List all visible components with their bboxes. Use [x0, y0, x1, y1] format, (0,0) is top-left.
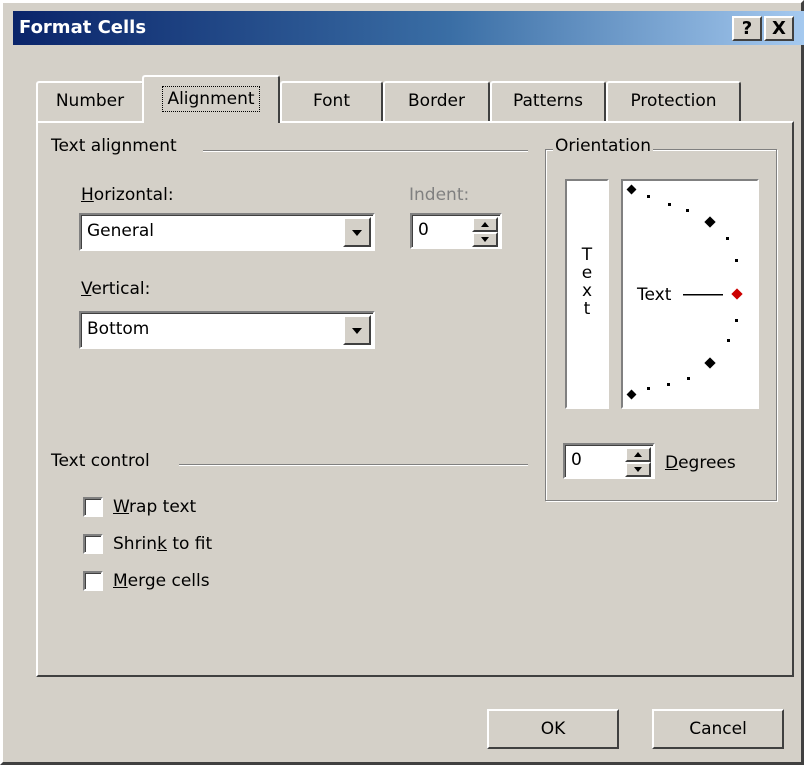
title-bar[interactable]: Format Cells ? X: [13, 11, 804, 45]
degrees-value: 0: [571, 450, 582, 470]
vertical-text-box[interactable]: T e x t: [565, 179, 609, 409]
text-control-heading: Text control: [47, 451, 154, 471]
help-button[interactable]: ?: [732, 16, 762, 41]
vertical-select[interactable]: Bottom: [79, 311, 375, 349]
wrap-text-checkbox[interactable]: [83, 497, 103, 517]
text-alignment-divider: [203, 150, 528, 152]
ok-button[interactable]: OK: [487, 709, 619, 749]
shrink-to-fit-checkbox[interactable]: [83, 534, 103, 554]
wrap-text-label[interactable]: Wrap text: [113, 497, 196, 517]
vertical-label: Vertical:: [81, 279, 151, 299]
degrees-spinner[interactable]: 0: [563, 443, 655, 479]
window-title: Format Cells: [19, 17, 147, 38]
tab-number[interactable]: Number: [36, 81, 144, 121]
text-alignment-heading: Text alignment: [47, 136, 181, 156]
orientation-dial[interactable]: Text: [621, 179, 759, 409]
tab-font[interactable]: Font: [280, 81, 383, 121]
horizontal-value: General: [87, 221, 154, 241]
orientation-heading: Orientation: [553, 136, 653, 156]
horizontal-dropdown-arrow-icon[interactable]: [343, 217, 371, 247]
tab-alignment-label: Alignment: [162, 86, 260, 112]
tab-border[interactable]: Border: [383, 81, 490, 121]
cancel-button[interactable]: Cancel: [652, 709, 784, 749]
indent-label: Indent:: [409, 185, 470, 205]
indent-down-arrow-icon[interactable]: [472, 232, 498, 247]
orientation-pointer-icon[interactable]: [731, 288, 743, 300]
shrink-to-fit-label[interactable]: Shrink to fit: [113, 534, 212, 554]
degrees-down-arrow-icon[interactable]: [625, 462, 651, 477]
merge-cells-label[interactable]: Merge cells: [113, 571, 210, 591]
dial-text: Text: [637, 285, 672, 305]
indent-up-arrow-icon[interactable]: [472, 217, 498, 232]
degrees-label: Degrees: [665, 453, 736, 473]
indent-value: 0: [418, 220, 429, 240]
format-cells-dialog: Format Cells ? X Number Alignment Font B…: [0, 0, 804, 765]
tab-alignment[interactable]: Alignment: [142, 75, 280, 123]
horizontal-label: Horizontal:: [81, 185, 174, 205]
close-button[interactable]: X: [764, 16, 794, 41]
tab-patterns[interactable]: Patterns: [490, 81, 606, 121]
vertical-value: Bottom: [87, 319, 150, 339]
degrees-up-arrow-icon[interactable]: [625, 447, 651, 462]
indent-spinner[interactable]: 0: [410, 213, 502, 249]
vertical-dropdown-arrow-icon[interactable]: [343, 315, 371, 345]
text-control-divider: [179, 464, 528, 466]
tab-protection[interactable]: Protection: [606, 81, 741, 121]
merge-cells-checkbox[interactable]: [83, 571, 103, 591]
horizontal-select[interactable]: General: [79, 213, 375, 251]
